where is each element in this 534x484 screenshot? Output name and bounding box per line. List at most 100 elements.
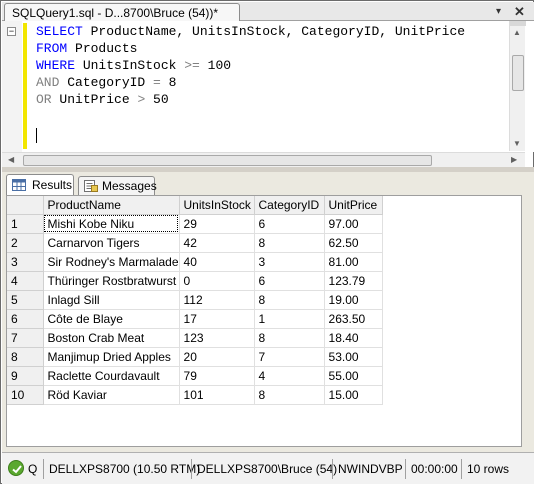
editor-horizontal-scrollbar[interactable]: ◀ ▶: [2, 152, 525, 167]
table-row[interactable]: 5 Inlagd Sill 112 8 19.00: [7, 290, 383, 310]
categoryid-cell[interactable]: 1: [254, 309, 325, 329]
table-row[interactable]: 1 Mishi Kobe Niku 29 6 97.00: [7, 214, 383, 234]
sql-editor[interactable]: − SELECT ProductName, UnitsInStock, Cate…: [2, 21, 534, 152]
scroll-up-arrow-icon[interactable]: ▲: [513, 28, 521, 37]
unitsinstock-cell[interactable]: 42: [179, 233, 255, 253]
column-header-categoryid[interactable]: CategoryID: [254, 196, 325, 215]
messages-icon: [84, 180, 98, 192]
unitsinstock-cell[interactable]: 29: [179, 214, 255, 234]
productname-cell[interactable]: Côte de Blaye: [43, 309, 180, 329]
sql-text: 50: [145, 92, 169, 107]
row-number-cell[interactable]: 6: [7, 309, 44, 329]
categoryid-cell[interactable]: 8: [254, 385, 325, 405]
unitprice-cell[interactable]: 123.79: [324, 271, 383, 291]
productname-cell[interactable]: Sir Rodney's Marmalade: [43, 252, 180, 272]
row-number-cell[interactable]: 7: [7, 328, 44, 348]
productname-cell[interactable]: Boston Crab Meat: [43, 328, 180, 348]
unitprice-cell[interactable]: 53.00: [324, 347, 383, 367]
categoryid-cell[interactable]: 8: [254, 290, 325, 310]
document-tab-strip: SQLQuery1.sql - D...8700\Bruce (54))* ▾ …: [2, 2, 534, 21]
unitprice-cell[interactable]: 263.50: [324, 309, 383, 329]
row-number-cell[interactable]: 3: [7, 252, 44, 272]
close-tab-icon[interactable]: ✕: [513, 4, 526, 19]
row-number-cell[interactable]: 5: [7, 290, 44, 310]
unitsinstock-cell[interactable]: 17: [179, 309, 255, 329]
unitsinstock-cell[interactable]: 112: [179, 290, 255, 310]
categoryid-cell[interactable]: 6: [254, 271, 325, 291]
collapse-region-icon[interactable]: −: [7, 27, 16, 36]
tab-results[interactable]: Results: [6, 174, 74, 195]
row-number-cell[interactable]: 1: [7, 214, 44, 234]
unitsinstock-cell[interactable]: 79: [179, 366, 255, 386]
sql-text: 8: [160, 75, 177, 90]
tab-dropdown-icon[interactable]: ▾: [492, 5, 505, 18]
table-row[interactable]: 4 Thüringer Rostbratwurst 0 6 123.79: [7, 271, 383, 291]
editor-vertical-scrollbar[interactable]: ▲ ▼: [509, 21, 526, 151]
row-number-cell[interactable]: 10: [7, 385, 44, 405]
row-number-cell[interactable]: 9: [7, 366, 44, 386]
unitprice-cell[interactable]: 81.00: [324, 252, 383, 272]
row-number-cell[interactable]: 4: [7, 271, 44, 291]
unitprice-cell[interactable]: 15.00: [324, 385, 383, 405]
query-document-tab[interactable]: SQLQuery1.sql - D...8700\Bruce (54))*: [4, 3, 240, 21]
sql-operator: AND: [36, 75, 60, 90]
unitprice-cell[interactable]: 55.00: [324, 366, 383, 386]
productname-cell[interactable]: Manjimup Dried Apples: [43, 347, 180, 367]
unitprice-cell[interactable]: 18.40: [324, 328, 383, 348]
table-row[interactable]: 10 Röd Kaviar 101 8 15.00: [7, 385, 383, 405]
unitsinstock-cell[interactable]: 101: [179, 385, 255, 405]
categoryid-cell[interactable]: 6: [254, 214, 325, 234]
unitsinstock-cell[interactable]: 0: [179, 271, 255, 291]
column-header-productname[interactable]: ProductName: [43, 196, 180, 215]
productname-cell[interactable]: Raclette Courdavault: [43, 366, 180, 386]
unitsinstock-cell[interactable]: 123: [179, 328, 255, 348]
scroll-right-arrow-icon[interactable]: ▶: [511, 155, 517, 164]
productname-cell[interactable]: Röd Kaviar: [43, 385, 180, 405]
productname-cell[interactable]: Carnarvon Tigers: [43, 233, 180, 253]
table-row[interactable]: 8 Manjimup Dried Apples 20 7 53.00: [7, 347, 383, 367]
horizontal-scroll-thumb[interactable]: [23, 155, 432, 166]
sql-line: AND CategoryID = 8: [36, 74, 465, 91]
categoryid-cell[interactable]: 3: [254, 252, 325, 272]
tab-messages[interactable]: Messages: [78, 176, 157, 195]
row-number-cell[interactable]: 2: [7, 233, 44, 253]
column-header-unitsinstock[interactable]: UnitsInStock: [179, 196, 255, 215]
column-header-unitprice[interactable]: UnitPrice: [324, 196, 383, 215]
unitsinstock-cell[interactable]: 20: [179, 347, 255, 367]
categoryid-cell[interactable]: 4: [254, 366, 325, 386]
vertical-scroll-thumb[interactable]: [512, 55, 524, 91]
table-row[interactable]: 2 Carnarvon Tigers 42 8 62.50: [7, 233, 383, 253]
sql-operator: OR: [36, 92, 52, 107]
unitprice-cell[interactable]: 97.00: [324, 214, 383, 234]
categoryid-cell[interactable]: 7: [254, 347, 325, 367]
scroll-down-arrow-icon[interactable]: ▼: [513, 139, 521, 148]
sql-code-text[interactable]: SELECT ProductName, UnitsInStock, Catego…: [36, 23, 465, 108]
header-row: ProductName UnitsInStock CategoryID Unit…: [7, 196, 383, 215]
status-database: NWINDVBP: [338, 462, 403, 476]
tab-messages-label: Messages: [102, 179, 157, 193]
sql-keyword: FROM: [36, 41, 68, 56]
categoryid-cell[interactable]: 8: [254, 328, 325, 348]
sql-operator: =: [153, 75, 161, 90]
table-row[interactable]: 7 Boston Crab Meat 123 8 18.40: [7, 328, 383, 348]
table-row[interactable]: 3 Sir Rodney's Marmalade 40 3 81.00: [7, 252, 383, 272]
categoryid-cell[interactable]: 8: [254, 233, 325, 253]
status-server: DELLXPS8700 (10.50 RTM): [49, 462, 201, 476]
tab-results-label: Results: [32, 178, 73, 192]
productname-cell[interactable]: Inlagd Sill: [43, 290, 180, 310]
unitprice-cell[interactable]: 62.50: [324, 233, 383, 253]
editor-splitter-handle[interactable]: [510, 21, 526, 26]
status-row-count: 10 rows: [467, 462, 510, 476]
unitprice-cell[interactable]: 19.00: [324, 290, 383, 310]
scroll-left-arrow-icon[interactable]: ◀: [8, 155, 14, 164]
row-number-cell[interactable]: 8: [7, 347, 44, 367]
results-grid[interactable]: ProductName UnitsInStock CategoryID Unit…: [6, 195, 522, 447]
sql-text: ProductName, UnitsInStock, CategoryID, U…: [82, 24, 466, 39]
column-header-rownum[interactable]: [7, 196, 44, 215]
unitsinstock-cell[interactable]: 40: [179, 252, 255, 272]
table-row[interactable]: 9 Raclette Courdavault 79 4 55.00: [7, 366, 383, 386]
productname-cell[interactable]: Thüringer Rostbratwurst: [43, 271, 180, 291]
text-caret: [36, 128, 37, 143]
productname-cell[interactable]: Mishi Kobe Niku: [43, 214, 180, 234]
table-row[interactable]: 6 Côte de Blaye 17 1 263.50: [7, 309, 383, 329]
